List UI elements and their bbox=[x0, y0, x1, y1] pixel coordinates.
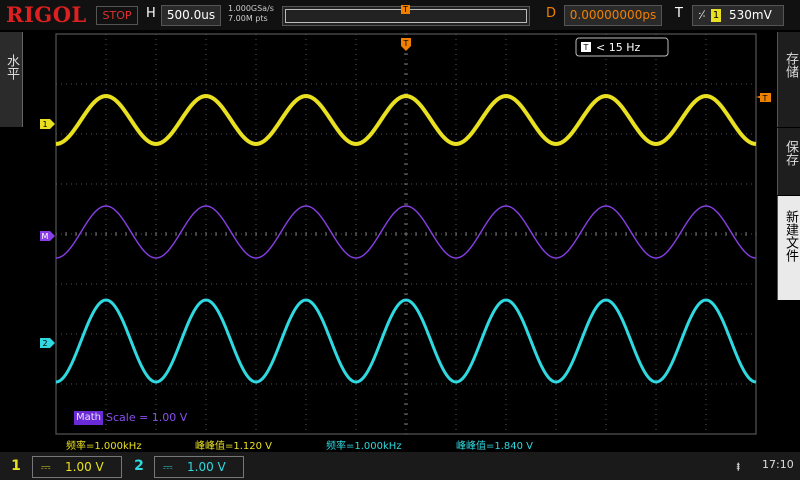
clock: 17:10 bbox=[762, 458, 794, 471]
ch1-settings[interactable]: ⎓ 1.00 V bbox=[32, 456, 122, 478]
measurement-ch2-vpp[interactable]: 峰峰值=1.840 V bbox=[456, 437, 533, 452]
ch1-number[interactable]: 1 bbox=[4, 456, 28, 476]
measurement-ch1-frequency[interactable]: 频率=1.000kHz bbox=[66, 437, 142, 452]
trigger-icon: T bbox=[583, 43, 589, 52]
ch1-offset-marker[interactable]: 1 bbox=[40, 119, 55, 129]
ch2-coupling-icon: ⎓ bbox=[163, 460, 173, 474]
ch2-scale: 1.00 V bbox=[187, 460, 226, 474]
usb-icon: ⭻ bbox=[736, 460, 741, 475]
ch2-number[interactable]: 2 bbox=[127, 456, 151, 476]
measurement-ch2-frequency[interactable]: 频率=1.000kHz bbox=[326, 437, 402, 452]
svg-text:T: T bbox=[403, 39, 409, 48]
frequency-counter-value: < 15 Hz bbox=[596, 41, 640, 54]
math-label: Math bbox=[74, 411, 104, 425]
measurement-ch1-vpp[interactable]: 峰峰值=1.120 V bbox=[195, 437, 272, 452]
trigger-time-marker[interactable]: T bbox=[401, 38, 411, 51]
trigger-level-marker[interactable]: T bbox=[756, 93, 771, 103]
ch1-coupling-icon: ⎓ bbox=[41, 460, 51, 474]
ch2-settings[interactable]: ⎓ 1.00 V bbox=[154, 456, 244, 478]
svg-text:M: M bbox=[42, 232, 49, 241]
waveform-display[interactable]: T T 1 M 2 T < 15 Hz bbox=[0, 0, 800, 480]
svg-text:1: 1 bbox=[42, 120, 47, 129]
frequency-counter-badge[interactable]: T < 15 Hz bbox=[575, 37, 669, 57]
ch2-offset-marker[interactable]: 2 bbox=[40, 338, 55, 348]
svg-text:2: 2 bbox=[42, 339, 47, 348]
svg-text:T: T bbox=[762, 94, 768, 103]
math-scale: Scale = 1.00 V bbox=[106, 411, 188, 424]
math-offset-marker[interactable]: M bbox=[40, 231, 55, 241]
ch1-scale: 1.00 V bbox=[65, 460, 104, 474]
